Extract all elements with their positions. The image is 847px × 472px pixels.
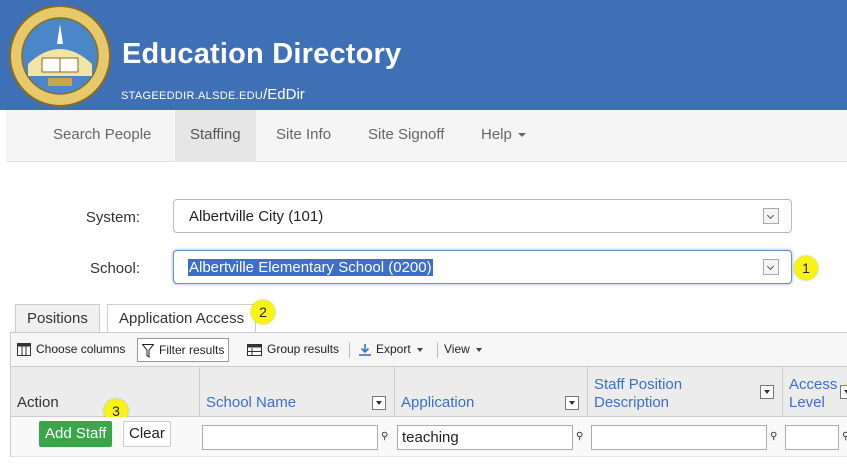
school-label: School: xyxy=(89,260,140,277)
nav-site-info[interactable]: Site Info xyxy=(261,110,346,162)
group-icon xyxy=(247,343,262,356)
column-staff-position-title[interactable]: Staff Position Description xyxy=(594,376,704,412)
nav-help[interactable]: Help xyxy=(466,110,541,162)
column-access-level[interactable]: Access Level xyxy=(783,367,847,417)
chevron-down-icon xyxy=(416,347,423,352)
grid-filter-row: Add Staff Clear ⚲ teaching ⚲ ⚲ ⚲ xyxy=(10,417,847,457)
site-domain: stageeddir.alsde.edu xyxy=(121,90,264,102)
view-button[interactable]: View xyxy=(440,338,486,362)
export-button[interactable]: Export xyxy=(355,338,427,362)
chevron-down-icon[interactable] xyxy=(763,208,779,224)
callout-1: 1 xyxy=(794,256,818,280)
chevron-down-icon xyxy=(517,133,526,138)
system-value: Albertville City (101) xyxy=(189,208,324,225)
filter-icon[interactable]: ⚲ xyxy=(381,431,388,442)
tab-application-access[interactable]: Application Access xyxy=(107,304,257,334)
state-seal-logo xyxy=(9,5,111,107)
filter-results-label: Filter results xyxy=(159,343,225,357)
column-school-name[interactable]: School Name xyxy=(200,367,395,417)
access-level-filter-input[interactable] xyxy=(785,425,839,450)
school-select[interactable]: Albertville Elementary School (0200) xyxy=(173,250,792,284)
main-nav: Search People Staffing Site Info Site Si… xyxy=(6,110,847,162)
school-name-filter-input[interactable] xyxy=(202,425,378,450)
filter-results-button[interactable]: Filter results xyxy=(137,338,230,362)
filter-icon[interactable]: ⚲ xyxy=(770,431,777,442)
site-path: /EdDir xyxy=(263,86,305,103)
view-label: View xyxy=(444,342,470,356)
chevron-down-icon[interactable] xyxy=(763,259,779,275)
chevron-down-icon xyxy=(475,347,482,352)
grid-toolbar: Choose columns Filter results Group resu… xyxy=(10,333,847,367)
group-results-label: Group results xyxy=(267,342,340,356)
nav-staffing[interactable]: Staffing xyxy=(175,110,256,162)
callout-2: 2 xyxy=(251,300,275,324)
filter-icon[interactable]: ⚲ xyxy=(842,431,847,442)
toolbar-divider xyxy=(349,342,350,358)
column-action-title: Action xyxy=(17,394,59,411)
add-staff-button[interactable]: Add Staff xyxy=(39,421,113,447)
column-access-level-title[interactable]: Access Level xyxy=(789,376,843,412)
choose-columns-button[interactable]: Choose columns xyxy=(13,338,129,362)
download-icon xyxy=(359,343,371,356)
choose-columns-label: Choose columns xyxy=(36,342,126,356)
site-header: Education Directory stageeddir.alsde.edu… xyxy=(0,0,847,110)
export-label: Export xyxy=(376,342,411,356)
toolbar-divider xyxy=(437,342,438,358)
filter-icon xyxy=(142,343,154,358)
grid-header: Action School Name Application Staff Pos… xyxy=(10,367,847,417)
site-url[interactable]: stageeddir.alsde.edu/EdDir xyxy=(121,86,305,103)
nav-site-signoff[interactable]: Site Signoff xyxy=(353,110,459,162)
nav-help-label: Help xyxy=(481,126,512,143)
system-select[interactable]: Albertville City (101) xyxy=(173,199,792,233)
column-menu-icon[interactable] xyxy=(372,396,386,410)
page-title: Education Directory xyxy=(122,38,402,70)
school-value: Albertville Elementary School (0200) xyxy=(188,259,433,276)
staff-position-filter-input[interactable] xyxy=(591,425,767,450)
tab-positions[interactable]: Positions xyxy=(15,304,100,333)
column-menu-icon[interactable] xyxy=(760,385,774,399)
column-school-name-title[interactable]: School Name xyxy=(206,394,296,412)
column-application[interactable]: Application xyxy=(395,367,588,417)
columns-icon xyxy=(17,343,31,357)
nav-search-people[interactable]: Search People xyxy=(38,110,166,162)
column-application-title[interactable]: Application xyxy=(401,394,474,412)
column-menu-icon[interactable] xyxy=(840,385,847,399)
clear-button[interactable]: Clear xyxy=(123,421,171,447)
group-results-button[interactable]: Group results xyxy=(243,338,343,362)
column-menu-icon[interactable] xyxy=(565,396,579,410)
column-staff-position[interactable]: Staff Position Description xyxy=(588,367,783,417)
application-filter-input[interactable]: teaching xyxy=(397,425,573,450)
system-label: System: xyxy=(85,209,140,226)
filter-icon[interactable]: ⚲ xyxy=(576,431,583,442)
